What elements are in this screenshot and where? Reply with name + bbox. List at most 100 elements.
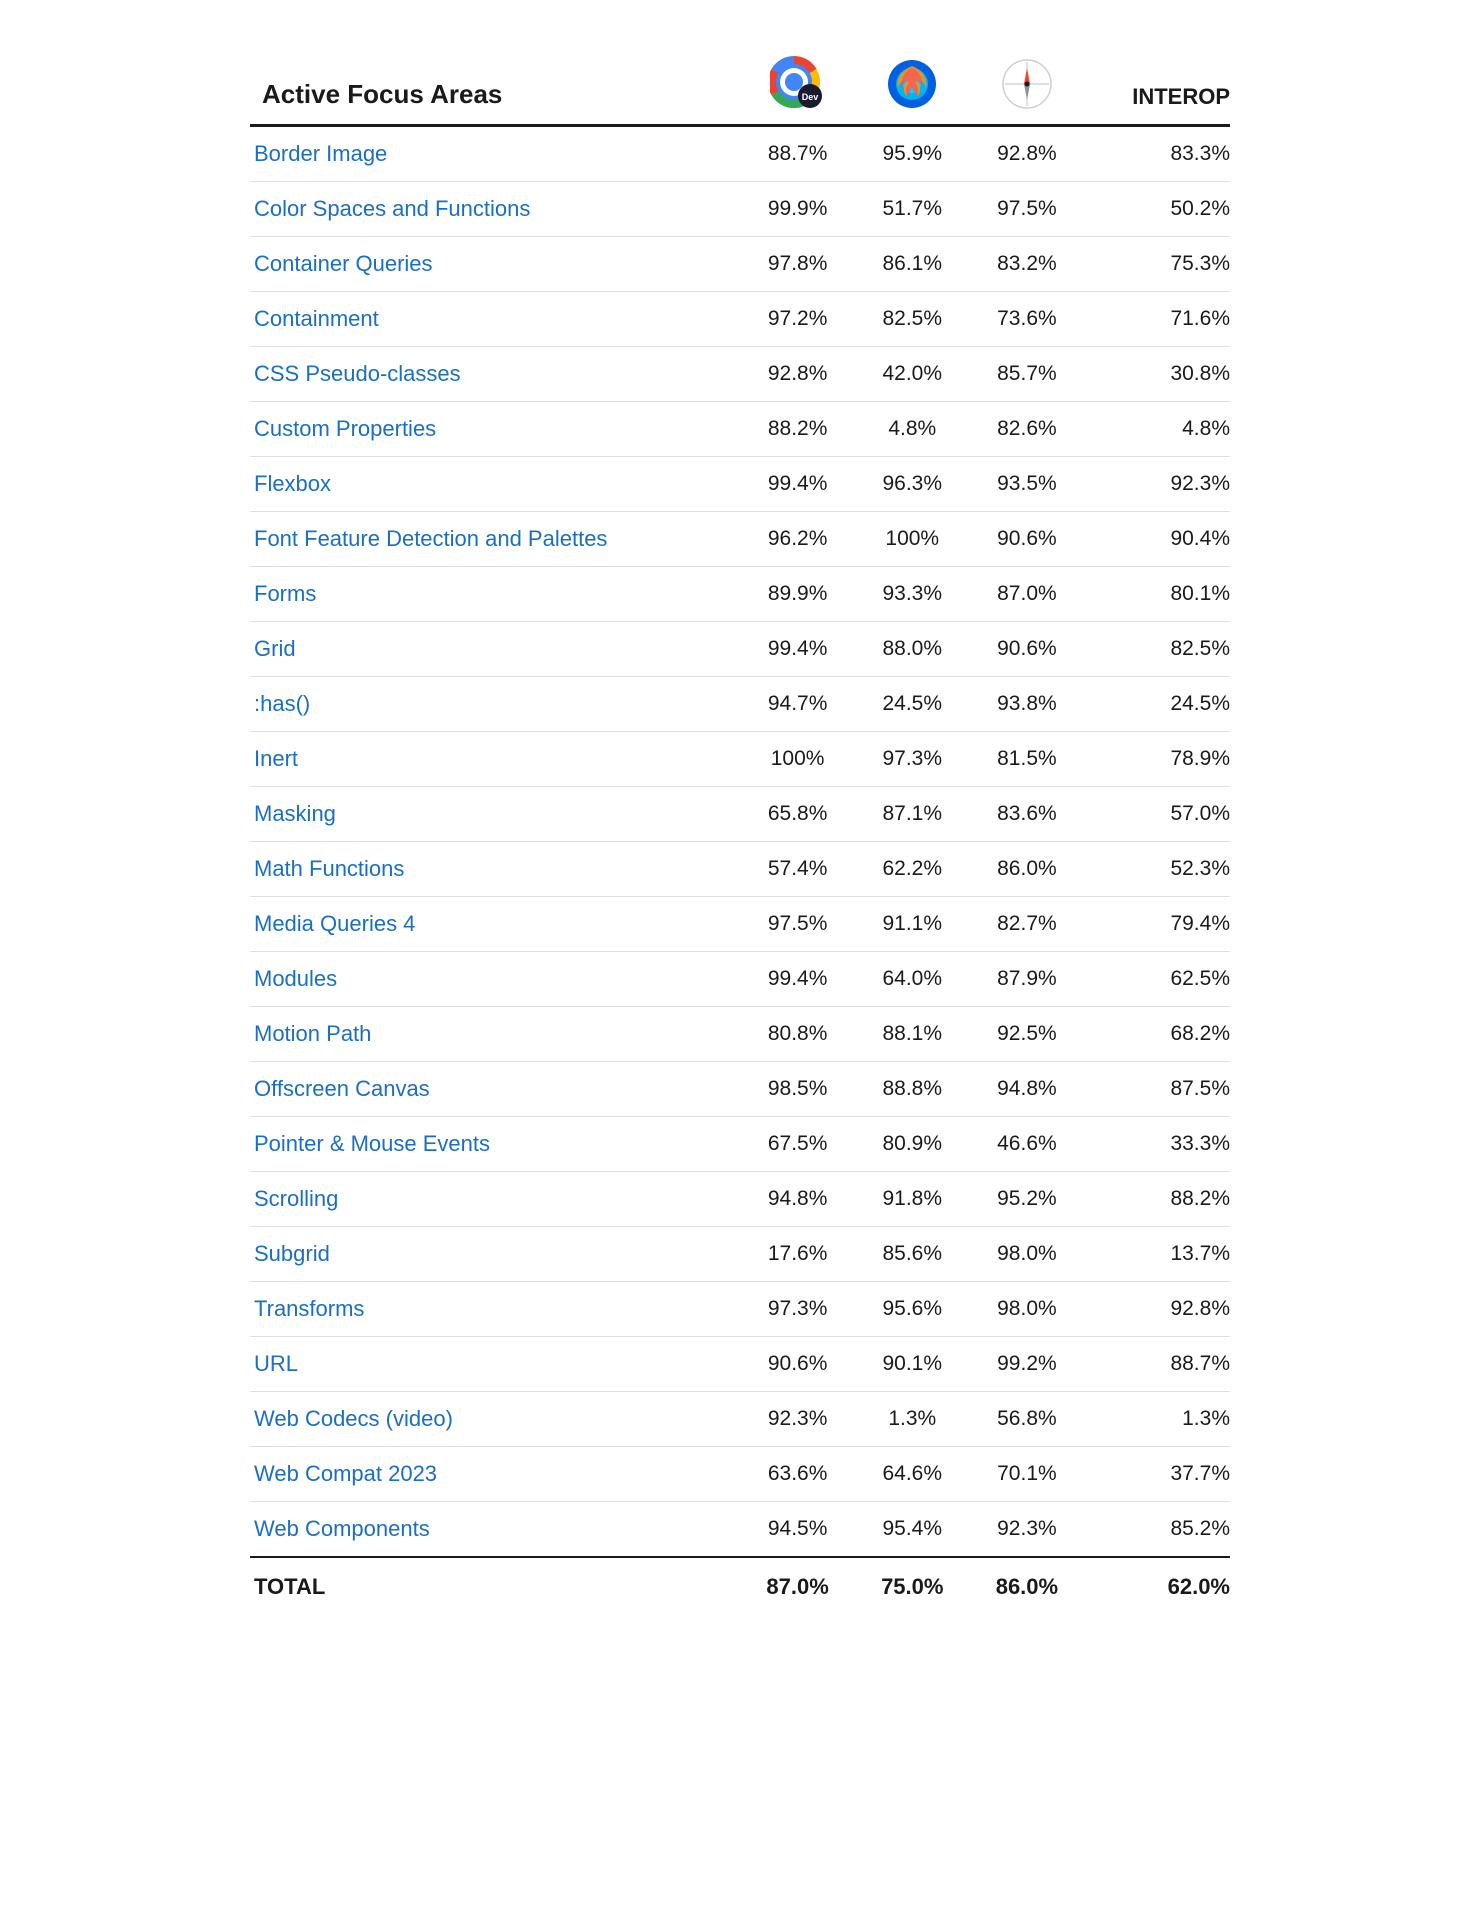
row-name-22[interactable]: URL <box>250 1337 740 1392</box>
table-row: Subgrid 17.6% 85.6% 98.0% 13.7% <box>250 1227 1230 1282</box>
row-v4-12: 57.0% <box>1084 787 1230 842</box>
row-v2-13: 62.2% <box>855 842 970 897</box>
row-name-21[interactable]: Transforms <box>250 1282 740 1337</box>
row-v4-5: 4.8% <box>1084 402 1230 457</box>
row-name-0[interactable]: Border Image <box>250 126 740 182</box>
row-v2-25: 95.4% <box>855 1502 970 1558</box>
table-row: Forms 89.9% 93.3% 87.0% 80.1% <box>250 567 1230 622</box>
row-v1-4: 92.8% <box>740 347 855 402</box>
svg-text:Dev: Dev <box>801 92 818 102</box>
row-v3-17: 94.8% <box>970 1062 1085 1117</box>
row-v4-17: 87.5% <box>1084 1062 1230 1117</box>
row-v1-12: 65.8% <box>740 787 855 842</box>
row-v3-3: 73.6% <box>970 292 1085 347</box>
row-name-1[interactable]: Color Spaces and Functions <box>250 182 740 237</box>
row-v4-18: 33.3% <box>1084 1117 1230 1172</box>
col-header-interop: INTEROP <box>1084 40 1230 126</box>
row-v1-25: 94.5% <box>740 1502 855 1558</box>
row-name-6[interactable]: Flexbox <box>250 457 740 512</box>
row-v3-20: 98.0% <box>970 1227 1085 1282</box>
row-name-8[interactable]: Forms <box>250 567 740 622</box>
firefox-icon <box>886 58 938 110</box>
row-name-14[interactable]: Media Queries 4 <box>250 897 740 952</box>
row-v2-1: 51.7% <box>855 182 970 237</box>
row-v2-8: 93.3% <box>855 567 970 622</box>
row-name-15[interactable]: Modules <box>250 952 740 1007</box>
table-row: Pointer & Mouse Events 67.5% 80.9% 46.6%… <box>250 1117 1230 1172</box>
col-header-safari <box>970 40 1085 126</box>
row-v4-24: 37.7% <box>1084 1447 1230 1502</box>
row-v4-10: 24.5% <box>1084 677 1230 732</box>
row-v1-1: 99.9% <box>740 182 855 237</box>
row-name-17[interactable]: Offscreen Canvas <box>250 1062 740 1117</box>
row-name-2[interactable]: Container Queries <box>250 237 740 292</box>
row-v3-1: 97.5% <box>970 182 1085 237</box>
table-row: :has() 94.7% 24.5% 93.8% 24.5% <box>250 677 1230 732</box>
row-v1-7: 96.2% <box>740 512 855 567</box>
row-name-11[interactable]: Inert <box>250 732 740 787</box>
row-name-25[interactable]: Web Components <box>250 1502 740 1558</box>
row-name-9[interactable]: Grid <box>250 622 740 677</box>
row-v1-9: 99.4% <box>740 622 855 677</box>
row-name-12[interactable]: Masking <box>250 787 740 842</box>
row-name-23[interactable]: Web Codecs (video) <box>250 1392 740 1447</box>
row-v1-5: 88.2% <box>740 402 855 457</box>
row-v2-11: 97.3% <box>855 732 970 787</box>
table-row: Web Components 94.5% 95.4% 92.3% 85.2% <box>250 1502 1230 1558</box>
row-name-13[interactable]: Math Functions <box>250 842 740 897</box>
row-v1-22: 90.6% <box>740 1337 855 1392</box>
col-header-firefox <box>855 40 970 126</box>
row-v1-16: 80.8% <box>740 1007 855 1062</box>
row-name-10[interactable]: :has() <box>250 677 740 732</box>
row-v2-7: 100% <box>855 512 970 567</box>
row-v1-3: 97.2% <box>740 292 855 347</box>
table-row: Custom Properties 88.2% 4.8% 82.6% 4.8% <box>250 402 1230 457</box>
row-v2-0: 95.9% <box>855 126 970 182</box>
row-v1-11: 100% <box>740 732 855 787</box>
row-v3-16: 92.5% <box>970 1007 1085 1062</box>
row-v2-5: 4.8% <box>855 402 970 457</box>
row-v2-2: 86.1% <box>855 237 970 292</box>
row-name-20[interactable]: Subgrid <box>250 1227 740 1282</box>
row-v1-20: 17.6% <box>740 1227 855 1282</box>
row-v2-17: 88.8% <box>855 1062 970 1117</box>
table-row: Container Queries 97.8% 86.1% 83.2% 75.3… <box>250 237 1230 292</box>
row-name-7[interactable]: Font Feature Detection and Palettes <box>250 512 740 567</box>
table-row: Media Queries 4 97.5% 91.1% 82.7% 79.4% <box>250 897 1230 952</box>
table-row: CSS Pseudo-classes 92.8% 42.0% 85.7% 30.… <box>250 347 1230 402</box>
row-v1-13: 57.4% <box>740 842 855 897</box>
row-v4-9: 82.5% <box>1084 622 1230 677</box>
table-row: Motion Path 80.8% 88.1% 92.5% 68.2% <box>250 1007 1230 1062</box>
row-v1-8: 89.9% <box>740 567 855 622</box>
table-row: Offscreen Canvas 98.5% 88.8% 94.8% 87.5% <box>250 1062 1230 1117</box>
row-v1-6: 99.4% <box>740 457 855 512</box>
row-v4-25: 85.2% <box>1084 1502 1230 1558</box>
table-row: Modules 99.4% 64.0% 87.9% 62.5% <box>250 952 1230 1007</box>
row-name-24[interactable]: Web Compat 2023 <box>250 1447 740 1502</box>
row-v4-11: 78.9% <box>1084 732 1230 787</box>
row-v2-9: 88.0% <box>855 622 970 677</box>
table-row: Scrolling 94.8% 91.8% 95.2% 88.2% <box>250 1172 1230 1227</box>
row-name-5[interactable]: Custom Properties <box>250 402 740 457</box>
row-name-4[interactable]: CSS Pseudo-classes <box>250 347 740 402</box>
row-v3-4: 85.7% <box>970 347 1085 402</box>
row-v2-10: 24.5% <box>855 677 970 732</box>
row-v4-16: 68.2% <box>1084 1007 1230 1062</box>
row-v4-2: 75.3% <box>1084 237 1230 292</box>
table-row: Transforms 97.3% 95.6% 98.0% 92.8% <box>250 1282 1230 1337</box>
row-v3-9: 90.6% <box>970 622 1085 677</box>
footer-v1: 87.0% <box>740 1557 855 1616</box>
row-v2-16: 88.1% <box>855 1007 970 1062</box>
row-v3-23: 56.8% <box>970 1392 1085 1447</box>
row-name-19[interactable]: Scrolling <box>250 1172 740 1227</box>
interop-table: Active Focus Areas <box>250 40 1230 1616</box>
table-row: Font Feature Detection and Palettes 96.2… <box>250 512 1230 567</box>
row-v2-22: 90.1% <box>855 1337 970 1392</box>
row-name-16[interactable]: Motion Path <box>250 1007 740 1062</box>
row-name-3[interactable]: Containment <box>250 292 740 347</box>
row-v1-10: 94.7% <box>740 677 855 732</box>
row-name-18[interactable]: Pointer & Mouse Events <box>250 1117 740 1172</box>
row-v3-10: 93.8% <box>970 677 1085 732</box>
row-v4-21: 92.8% <box>1084 1282 1230 1337</box>
row-v4-0: 83.3% <box>1084 126 1230 182</box>
